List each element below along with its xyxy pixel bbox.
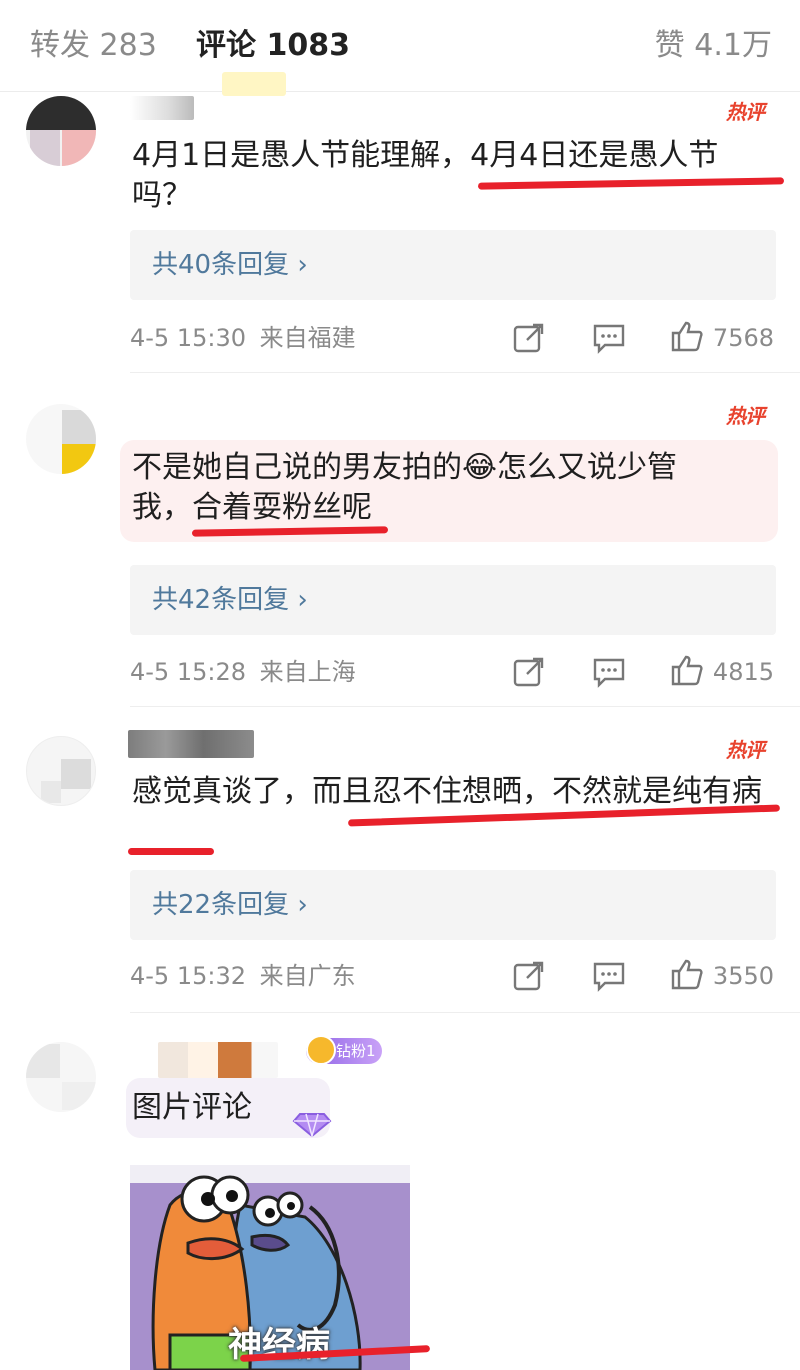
comment-icon[interactable] [592,322,626,354]
avatar[interactable] [26,736,96,806]
comment-image[interactable]: 神经病 [130,1165,410,1370]
comment-meta: 4-5 15:32 来自广东 [130,960,356,992]
share-icon[interactable] [512,960,546,992]
like-count: 4815 [712,658,774,686]
view-replies-button[interactable]: 共40条回复 › [130,230,776,300]
share-icon[interactable] [512,656,546,688]
comment-meta: 4-5 15:30 来自福建 [130,322,356,354]
username-blurred[interactable] [128,730,254,758]
divider [130,372,800,373]
comment-meta: 4-5 15:28 来自上海 [130,656,356,688]
avatar[interactable] [26,96,96,166]
comment-text: 4月1日是愚人节能理解，4月4日还是愚人节吗？ [132,138,719,213]
tab-like[interactable]: 赞 4.1万 [655,24,772,68]
comment-icon[interactable] [592,960,626,992]
divider [130,706,800,707]
like-count: 7568 [712,324,774,352]
hot-comment-badge: 热评 [726,100,765,124]
comment-time: 4-5 15:32 [130,962,246,990]
comment-location: 来自福建 [259,324,356,352]
tab-comment[interactable]: 评论 1083 [196,24,350,68]
purple-gem-icon [292,1113,332,1138]
diamond-fan-icon [306,1035,336,1065]
hot-comment-badge: 热评 [726,738,765,762]
hot-comment-badge: 热评 [726,404,765,428]
comment-location: 来自广东 [259,962,356,990]
view-replies-button[interactable]: 共22条回复 › [130,870,776,940]
comment-tabs: 转发 283 评论 1083 赞 4.1万 [0,0,800,96]
comment-location: 来自上海 [259,658,356,686]
thumbs-up-icon[interactable] [670,958,704,990]
diamond-fan-badge: 钻粉1 [306,1035,382,1065]
comment-time: 4-5 15:28 [130,658,246,686]
highlight-underline [128,848,214,855]
share-icon[interactable] [512,322,546,354]
tab-active-indicator [222,72,286,96]
avatar[interactable] [26,404,96,474]
thumbs-up-icon[interactable] [670,654,704,686]
comment-time: 4-5 15:30 [130,324,246,352]
username-blurred[interactable] [130,96,194,120]
comment-text: 感觉真谈了，而且忍不住想晒，不然就是纯有病 [132,774,762,809]
comment-text: 不是她自己说的男友拍的😂怎么又说少管我，合着耍粉丝呢 [132,450,678,525]
tab-repost[interactable]: 转发 283 [30,24,157,68]
view-replies-button[interactable]: 共42条回复 › [130,565,776,635]
username-blurred[interactable] [158,1042,278,1078]
avatar[interactable] [26,1042,96,1112]
comment-icon[interactable] [592,656,626,688]
thumbs-up-icon[interactable] [670,320,704,352]
like-count: 3550 [712,962,774,990]
divider [130,1012,800,1013]
